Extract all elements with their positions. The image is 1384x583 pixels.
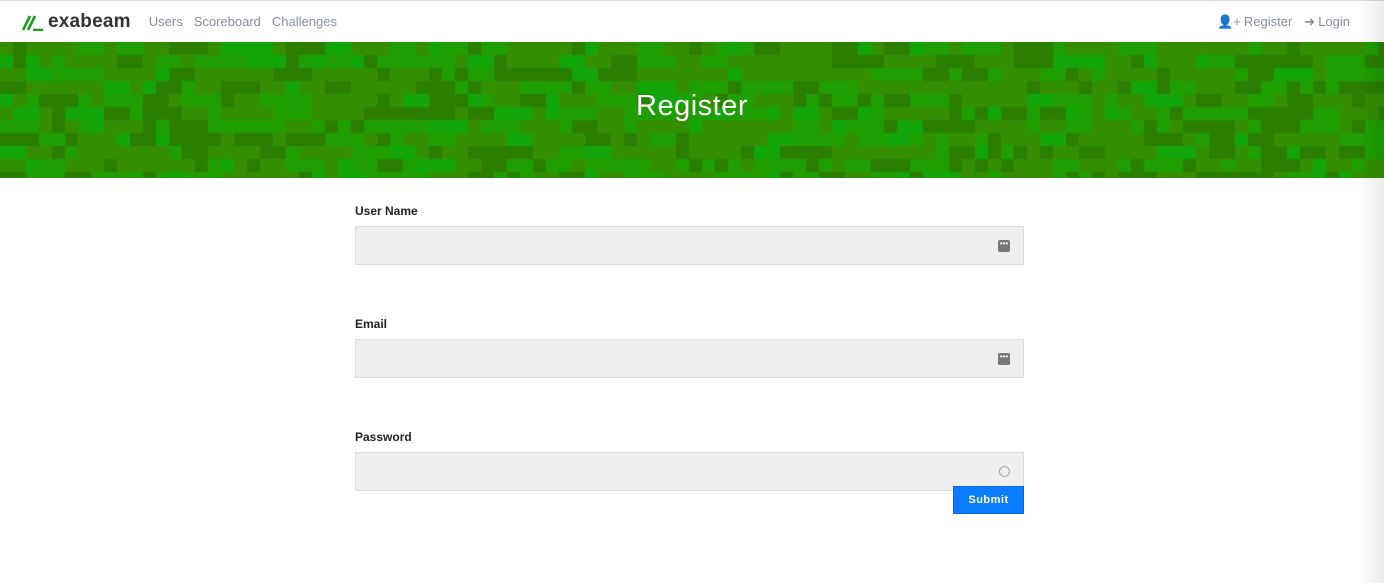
nav-scoreboard[interactable]: Scoreboard bbox=[194, 14, 261, 29]
password-label: Password bbox=[355, 430, 412, 444]
nav-users[interactable]: Users bbox=[149, 14, 183, 29]
email-label: Email bbox=[355, 317, 388, 331]
username-field-wrap: ••• bbox=[355, 226, 1024, 265]
submit-button[interactable]: Submit bbox=[953, 486, 1024, 514]
navbar: exabeam Users Scoreboard Challenges 👤+ Re… bbox=[0, 1, 1384, 42]
register-label: Register bbox=[1243, 14, 1293, 29]
autofill-icon[interactable]: ••• bbox=[998, 240, 1010, 252]
page-title: Register bbox=[636, 90, 748, 122]
autofill-icon[interactable]: ••• bbox=[998, 353, 1010, 365]
password-field-wrap bbox=[355, 452, 1024, 491]
email-input[interactable] bbox=[356, 340, 1023, 377]
scrollbar-shadow bbox=[1360, 0, 1384, 583]
brand-logo[interactable]: exabeam bbox=[22, 11, 131, 33]
brand-name: exabeam bbox=[48, 10, 131, 32]
page-banner: Register bbox=[0, 42, 1384, 178]
key-icon[interactable] bbox=[999, 466, 1010, 477]
nav-challenges[interactable]: Challenges bbox=[272, 14, 337, 29]
register-form: User Name ••• Email ••• Password Submit bbox=[355, 204, 1024, 543]
username-label: User Name bbox=[355, 204, 418, 218]
sign-in-icon: ➜ bbox=[1304, 13, 1316, 29]
email-field-wrap: ••• bbox=[355, 339, 1024, 378]
login-label: Login bbox=[1318, 14, 1350, 29]
user-plus-icon: 👤+ bbox=[1217, 13, 1241, 29]
nav-login[interactable]: ➜ Login bbox=[1304, 14, 1350, 30]
exabeam-logo-icon bbox=[22, 14, 43, 31]
nav-register[interactable]: 👤+ Register bbox=[1217, 14, 1292, 30]
username-input[interactable] bbox=[356, 227, 1023, 264]
password-input[interactable] bbox=[356, 453, 1023, 490]
